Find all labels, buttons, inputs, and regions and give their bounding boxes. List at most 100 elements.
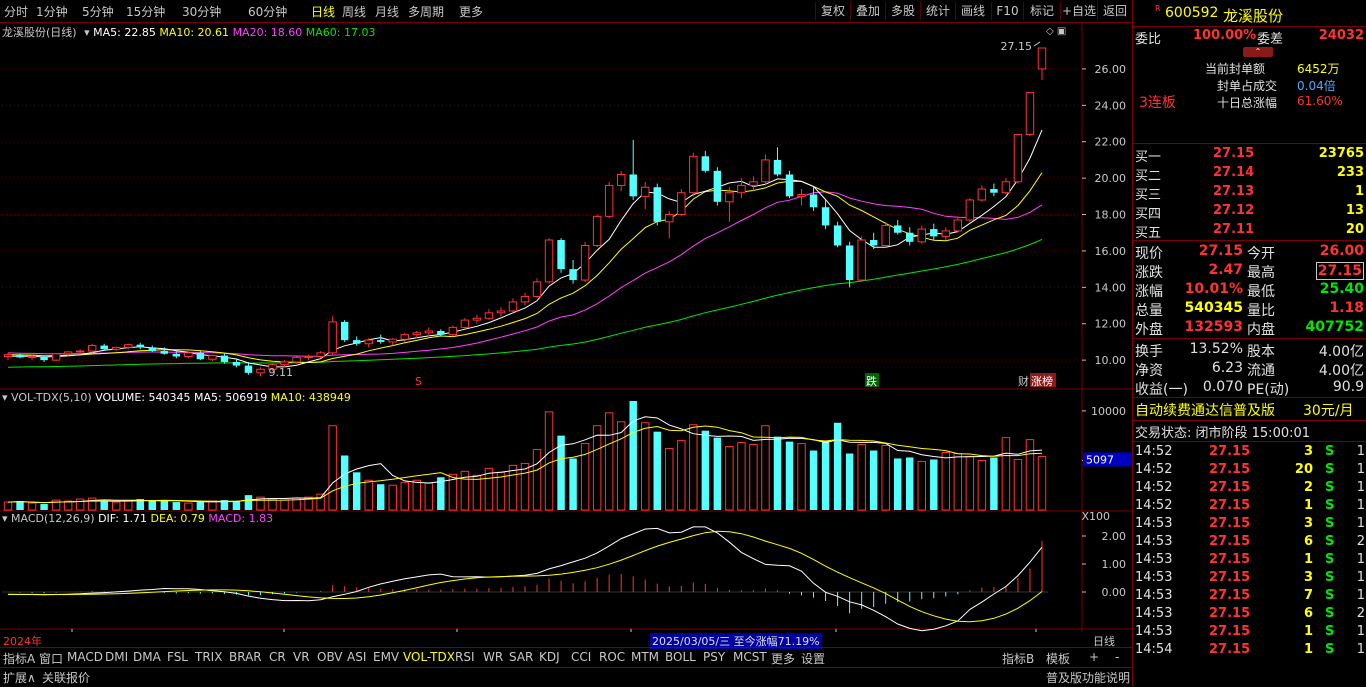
indicator-tab-20[interactable]: MTM xyxy=(631,650,659,664)
collapse-arrow-icon[interactable]: ⌃ xyxy=(1243,47,1273,57)
bid-label: 买五 xyxy=(1135,226,1162,241)
indicator-tab-15[interactable]: WR xyxy=(483,650,503,664)
bid-label: 买一 xyxy=(1135,150,1162,165)
more-periods-button[interactable]: 更多 xyxy=(459,3,483,20)
period-tab-0[interactable]: 分时 xyxy=(4,3,28,20)
period-tab-8[interactable]: 月线 xyxy=(375,3,399,20)
volume-bar xyxy=(1013,458,1023,511)
seal-label: 当前封单额 xyxy=(1205,62,1266,76)
toolbar-button-1[interactable]: 叠加 xyxy=(850,2,885,20)
indicator-tab-22[interactable]: PSY xyxy=(703,650,725,664)
indicator-tab-8[interactable]: CR xyxy=(269,650,286,664)
streak-badge: 3连板 xyxy=(1139,95,1176,111)
candle-body xyxy=(27,355,37,358)
indicator-tab-24[interactable]: 更多 xyxy=(771,650,795,667)
indicator-tab-18[interactable]: CCI xyxy=(571,650,591,664)
tick-volume: 20 xyxy=(1294,462,1313,477)
volume-bar xyxy=(352,472,361,510)
tick-volume: 3 xyxy=(1303,516,1313,531)
indicator-right-button-3[interactable]: - xyxy=(1115,650,1119,664)
period-tab-1[interactable]: 1分钟 xyxy=(36,3,68,20)
stat-label: PE(动) xyxy=(1247,382,1290,398)
indicator-tab-11[interactable]: ASI xyxy=(347,650,366,664)
period-tab-5[interactable]: 60分钟 xyxy=(248,3,287,20)
volume-ma10: MA10: 438949 xyxy=(270,391,351,404)
indicator-tab-12[interactable]: EMV xyxy=(373,650,399,664)
toolbar-button-8[interactable]: 返回 xyxy=(1097,2,1132,20)
candle-body xyxy=(845,245,854,281)
indicator-tab-9[interactable]: VR xyxy=(293,650,310,664)
period-tab-2[interactable]: 5分钟 xyxy=(82,3,114,20)
indicator-tab-3[interactable]: DMI xyxy=(105,650,128,664)
indicator-tab-4[interactable]: DMA xyxy=(133,650,161,664)
indicator-tab-17[interactable]: KDJ xyxy=(539,650,560,664)
macd-dif: DIF: 1.71 xyxy=(98,512,147,525)
indicator-tab-0[interactable]: 指标A xyxy=(3,650,35,667)
collapse-icon[interactable]: ▾ xyxy=(84,26,90,39)
chart-settings-icon[interactable]: ◇ ▣ xyxy=(1046,26,1066,37)
status-right-button-0[interactable]: 普及版功能说明 xyxy=(1046,669,1130,686)
toolbar-button-4[interactable]: 画线 xyxy=(955,2,990,20)
indicator-tab-25[interactable]: 设置 xyxy=(801,650,825,667)
toolbar-button-0[interactable]: 复权 xyxy=(815,2,850,20)
indicator-tab-14[interactable]: RSI xyxy=(455,650,475,664)
indicator-tab-1[interactable]: 窗口 xyxy=(39,650,63,667)
indicator-tab-6[interactable]: TRIX xyxy=(195,650,222,664)
toolbar-button-7[interactable]: +自选 xyxy=(1060,2,1097,20)
tick-time: 14:52 xyxy=(1135,444,1173,459)
period-tab-7[interactable]: 周线 xyxy=(342,3,366,20)
period-tab-4[interactable]: 30分钟 xyxy=(182,3,221,20)
toolbar-button-2[interactable]: 多股 xyxy=(885,2,920,20)
candle-body xyxy=(965,199,975,221)
stock-name: 龙溪股份 xyxy=(1223,7,1284,25)
tick-count: 1 xyxy=(1356,552,1365,567)
indicator-tab-13[interactable]: VOL-TDX xyxy=(403,650,455,664)
promo-banner[interactable]: 自动续费通达信普及版 30元/月 xyxy=(1133,400,1366,419)
period-tab-3[interactable]: 15分钟 xyxy=(126,3,165,20)
volume-bar xyxy=(472,474,482,511)
indicator-tab-16[interactable]: SAR xyxy=(509,650,533,664)
tick-side: S xyxy=(1325,624,1335,639)
collapse-icon[interactable]: ▾ xyxy=(2,391,8,404)
volume-bar xyxy=(653,431,661,510)
candle-body xyxy=(111,346,121,350)
period-tab-9[interactable]: 多周期 xyxy=(408,3,444,20)
bid-label: 买三 xyxy=(1135,188,1162,203)
indicator-tab-23[interactable]: MCST xyxy=(733,650,767,664)
indicator-tab-5[interactable]: FSL xyxy=(167,650,188,664)
candle-body xyxy=(448,326,458,336)
volume-bar xyxy=(75,498,85,511)
volume-bar xyxy=(917,460,926,511)
candle-body xyxy=(148,347,157,352)
macd-tick-label: 1.00 xyxy=(1102,558,1127,571)
indicator-tab-10[interactable]: OBV xyxy=(317,650,343,664)
stock-code: 600592 xyxy=(1165,5,1219,21)
expand-button[interactable]: 扩展∧ xyxy=(3,669,36,686)
related-quotes-button[interactable]: 关联报价 xyxy=(42,669,90,686)
tick-time: 14:53 xyxy=(1135,588,1173,603)
macd-tick-label: 2.00 xyxy=(1102,530,1127,543)
volume-bar xyxy=(40,504,48,510)
indicator-right-button-0[interactable]: 指标B xyxy=(1002,650,1034,667)
indicator-tab-7[interactable]: BRAR xyxy=(229,650,262,664)
tick-time: 14:54 xyxy=(1135,642,1173,657)
volume-bar xyxy=(701,430,710,510)
toolbar-button-5[interactable]: F10 xyxy=(991,2,1023,20)
volume-bar xyxy=(857,444,866,511)
volume-bar xyxy=(364,479,373,511)
indicator-tab-21[interactable]: BOLL xyxy=(665,650,696,664)
bid-price: 27.14 xyxy=(1213,165,1255,180)
collapse-icon[interactable]: ▾ xyxy=(2,512,8,525)
indicator-tab-19[interactable]: ROC xyxy=(599,650,625,664)
toolbar-button-6[interactable]: 标记 xyxy=(1023,2,1060,20)
chart-area[interactable]: 26.00 24.00 22.00 20.00 18.00 16.00 14.00 12.00… xyxy=(0,22,1132,649)
indicator-tab-2[interactable]: MACD xyxy=(67,650,103,664)
indicator-right-button-2[interactable]: + xyxy=(1089,650,1099,664)
candle-body xyxy=(749,181,758,186)
kline-chart-svg[interactable]: 26.00 24.00 22.00 20.00 18.00 16.00 14.00 12.00… xyxy=(0,22,1132,632)
volume-bar xyxy=(148,500,157,510)
indicator-right-button-1[interactable]: 模板 xyxy=(1046,650,1070,667)
volume-bar xyxy=(532,449,542,511)
period-tab-6[interactable]: 日线 xyxy=(311,3,335,20)
toolbar-button-3[interactable]: 统计 xyxy=(920,2,955,20)
